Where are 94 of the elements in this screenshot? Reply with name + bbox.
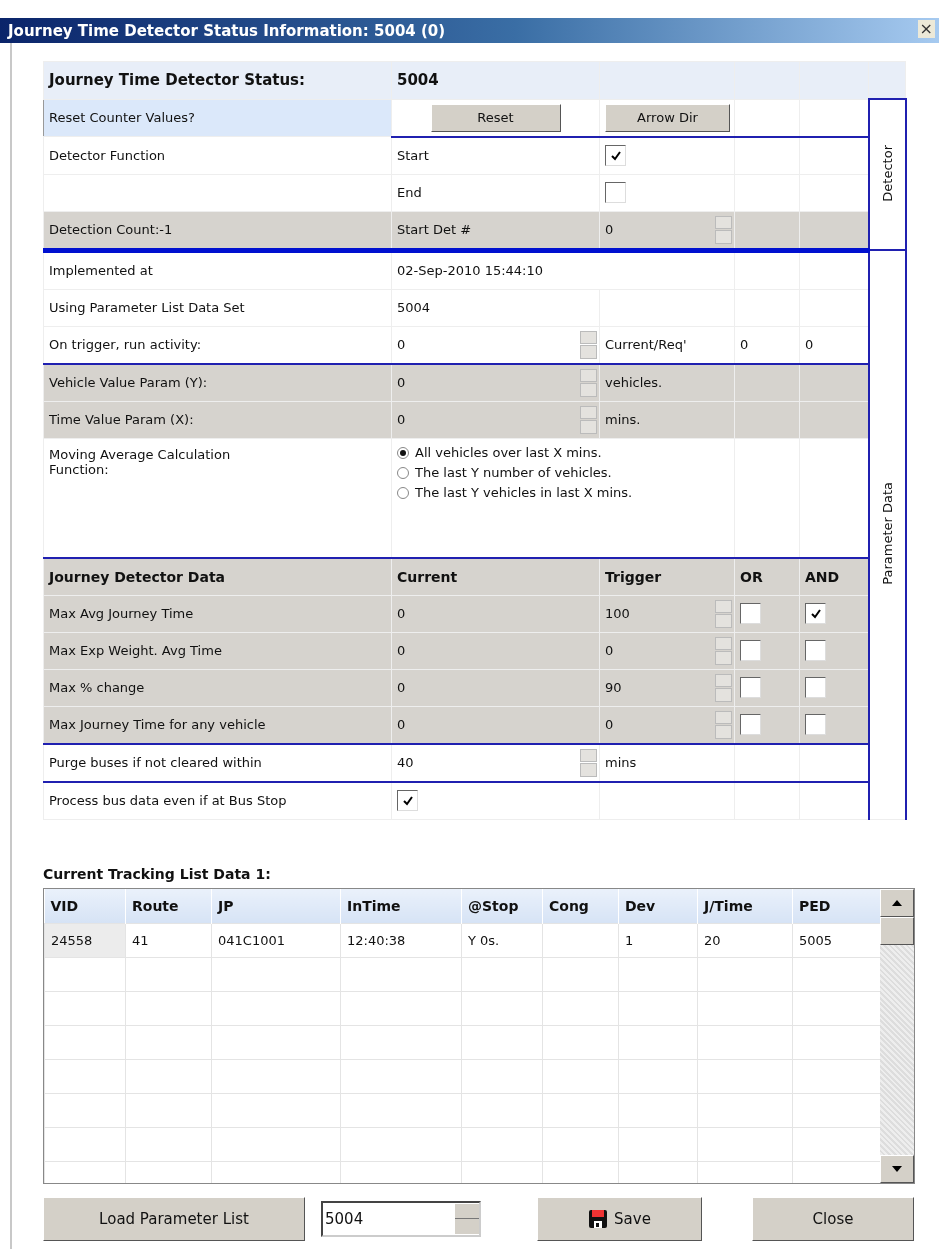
param-value: 0 (397, 412, 406, 427)
column-header: @Stop (461, 888, 543, 923)
checkbox[interactable] (605, 145, 626, 166)
column-header: OR (740, 568, 763, 585)
checkbox[interactable] (805, 677, 826, 698)
radio-option[interactable]: All vehicles over last X mins. (397, 442, 729, 463)
column-header: InTime (340, 888, 462, 923)
required-value: 0 (805, 337, 814, 352)
trigger-value: 0 (605, 643, 614, 658)
trigger-activity-label: On trigger, run activity: (49, 337, 202, 352)
current-req-label: Current/Req' (605, 337, 687, 352)
tracking-title: Current Tracking List Data 1: (43, 865, 272, 882)
purge-unit: mins (605, 755, 637, 770)
column-header: JP (211, 888, 341, 923)
column-header: Dev (618, 888, 698, 923)
row-label: Max Journey Time for any vehicle (49, 717, 266, 732)
table-cell: Y 0s. (461, 923, 543, 957)
check-icon (401, 794, 414, 807)
start-det-value: 0 (605, 222, 614, 237)
implemented-label: Implemented at (49, 263, 153, 278)
checkbox[interactable] (740, 677, 761, 698)
row-label: Max Avg Journey Time (49, 606, 194, 621)
column-header: J/Time (697, 888, 793, 923)
column-header: Current (397, 568, 458, 585)
check-icon (609, 149, 622, 162)
scroll-up-icon[interactable] (880, 888, 914, 917)
param-value: 0 (397, 375, 406, 390)
checkbox[interactable] (397, 790, 418, 811)
current-value: 0 (397, 680, 406, 695)
param-label: Vehicle Value Param (Y): (49, 375, 208, 390)
checkbox[interactable] (805, 640, 826, 661)
checkbox[interactable] (605, 182, 626, 203)
radio-option[interactable]: The last Y vehicles in last X mins. (397, 482, 729, 503)
table-cell: 12:40:38 (340, 923, 462, 957)
check-icon (809, 607, 822, 620)
current-value: 0 (397, 606, 406, 621)
table-cell: 20 (697, 923, 793, 957)
close-button[interactable]: Close (752, 1196, 914, 1241)
reset-button[interactable]: Reset (430, 103, 561, 132)
param-unit: vehicles. (605, 375, 663, 390)
scrollbar[interactable] (880, 888, 914, 1183)
scrollbar-thumb[interactable] (880, 916, 914, 945)
detector-tab[interactable]: Detector (868, 99, 906, 250)
radio-option[interactable]: The last Y number of vehicles. (397, 462, 729, 483)
trigger-activity-value: 0 (397, 337, 406, 352)
start-det-label: Start Det # (397, 222, 472, 237)
current-value: 0 (397, 717, 406, 732)
trigger-value: 100 (605, 606, 630, 621)
purge-value: 40 (397, 755, 414, 770)
checkbox[interactable] (740, 640, 761, 661)
detection-count: Detection Count:-1 (49, 222, 173, 237)
purge-label: Purge buses if not cleared within (49, 755, 262, 770)
column-header: VID (44, 888, 126, 923)
arrow-dir-button[interactable]: Arrow Dir (605, 103, 730, 132)
column-header: Cong (542, 888, 619, 923)
option-label: Start (397, 148, 429, 163)
current-value: 0 (740, 337, 749, 352)
detector-function-label: Detector Function (49, 147, 166, 163)
parameter-list-field[interactable]: 5004 (321, 1200, 481, 1237)
implemented-value: 02-Sep-2010 15:44:10 (397, 263, 544, 278)
table-cell: 1 (618, 923, 698, 957)
row-label: Max % change (49, 680, 145, 695)
option-label: End (397, 185, 422, 200)
reset-label: Reset Counter Values? (43, 99, 392, 137)
parameter-data-tab[interactable]: Parameter Data (868, 250, 906, 819)
status-label: Journey Time Detector Status: (49, 71, 306, 90)
load-parameter-list-button[interactable]: Load Parameter List (43, 1196, 305, 1241)
parameter-set-value: 5004 (397, 300, 431, 315)
column-header: Trigger (605, 568, 662, 585)
column-header: PED (792, 888, 880, 923)
param-label: Time Value Param (X): (49, 412, 194, 427)
close-button[interactable]: × (917, 20, 935, 38)
checkbox[interactable] (805, 714, 826, 735)
row-label: Max Exp Weight. Avg Time (49, 643, 222, 658)
checkbox[interactable] (740, 603, 761, 624)
column-header: AND (805, 568, 840, 585)
moving-average-label: Moving Average Calculation Function: (49, 446, 232, 477)
table-cell: 24558 (44, 923, 126, 957)
save-button[interactable]: Save (537, 1196, 702, 1241)
column-header: Route (125, 888, 212, 923)
column-header: Journey Detector Data (49, 568, 226, 585)
parameter-set-label: Using Parameter List Data Set (49, 300, 245, 315)
checkbox[interactable] (740, 714, 761, 735)
status-value: 5004 (397, 71, 439, 90)
checkbox[interactable] (805, 603, 826, 624)
scroll-down-icon[interactable] (880, 1154, 914, 1183)
window-title: Journey Time Detector Status Information: 5004 (0) (6, 21, 446, 40)
current-value: 0 (397, 643, 406, 658)
trigger-value: 0 (605, 717, 614, 732)
process-bus-label: Process bus data even if at Bus Stop (49, 793, 287, 808)
table-cell: 041C1001 (211, 923, 341, 957)
table-cell: 41 (125, 923, 212, 957)
trigger-value: 90 (605, 680, 622, 695)
param-unit: mins. (605, 412, 641, 427)
